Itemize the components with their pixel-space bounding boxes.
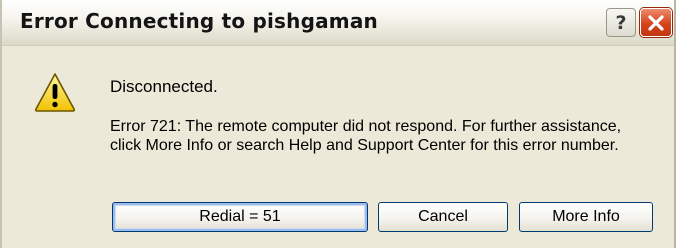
- warning-icon: [34, 73, 76, 112]
- redial-button[interactable]: Redial = 51: [112, 202, 368, 232]
- help-button[interactable]: ?: [606, 8, 636, 37]
- error-dialog: Error Connecting to pishgaman ? Disconne…: [0, 0, 676, 248]
- status-heading: Disconnected.: [110, 77, 218, 96]
- cancel-button[interactable]: Cancel: [378, 202, 508, 232]
- help-icon: ?: [615, 11, 627, 34]
- error-message: Error 721: The remote computer did not r…: [110, 118, 622, 154]
- close-icon: [648, 14, 664, 31]
- close-button[interactable]: [640, 8, 672, 37]
- title-bar[interactable]: Error Connecting to pishgaman ?: [2, 0, 674, 46]
- dialog-title: Error Connecting to pishgaman: [20, 9, 378, 33]
- more-info-button[interactable]: More Info: [519, 202, 653, 232]
